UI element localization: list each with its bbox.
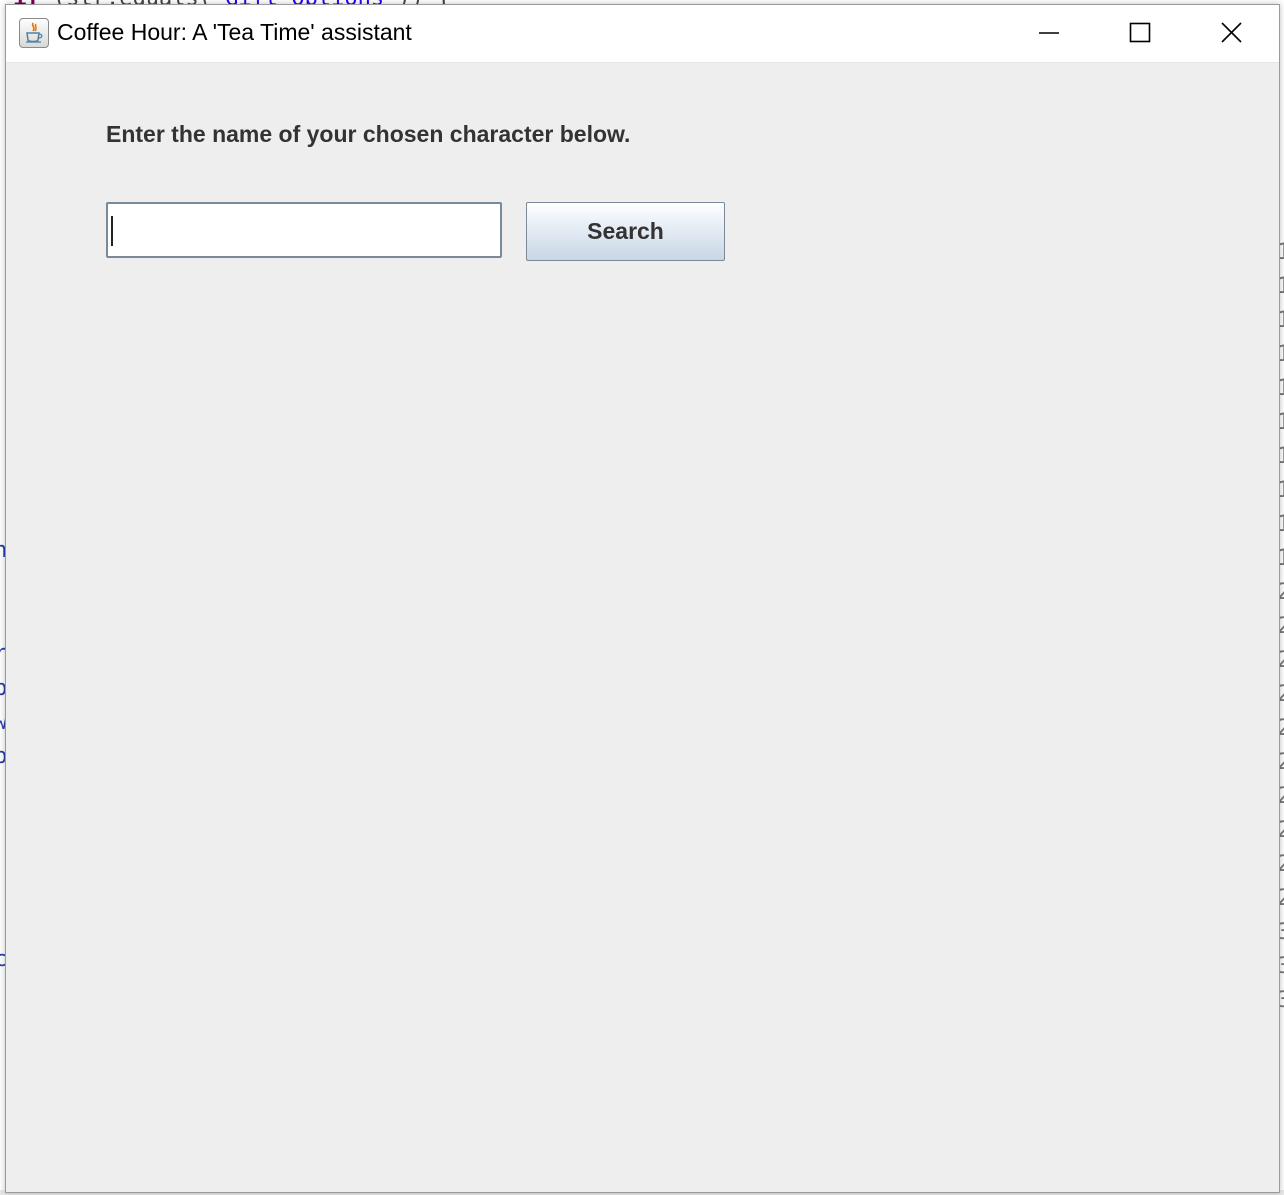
text-caret	[111, 216, 113, 246]
minimize-icon	[1039, 32, 1059, 34]
minimize-button[interactable]	[1004, 5, 1096, 62]
maximize-button[interactable]	[1095, 5, 1187, 62]
close-icon	[1221, 22, 1242, 43]
window-title: Coffee Hour: A 'Tea Time' assistant	[57, 19, 412, 45]
content-panel: Enter the name of your chosen character …	[6, 63, 1279, 1192]
instruction-label: Enter the name of your chosen character …	[106, 121, 631, 147]
java-cup-icon[interactable]	[19, 18, 49, 48]
title-bar[interactable]: Coffee Hour: A 'Tea Time' assistant	[6, 5, 1279, 63]
app-window: Coffee Hour: A 'Tea Time' assistant Ente…	[5, 4, 1280, 1193]
maximize-icon	[1129, 22, 1151, 43]
close-button[interactable]	[1187, 5, 1279, 62]
search-button[interactable]: Search	[526, 202, 725, 261]
character-name-input[interactable]	[106, 202, 502, 258]
